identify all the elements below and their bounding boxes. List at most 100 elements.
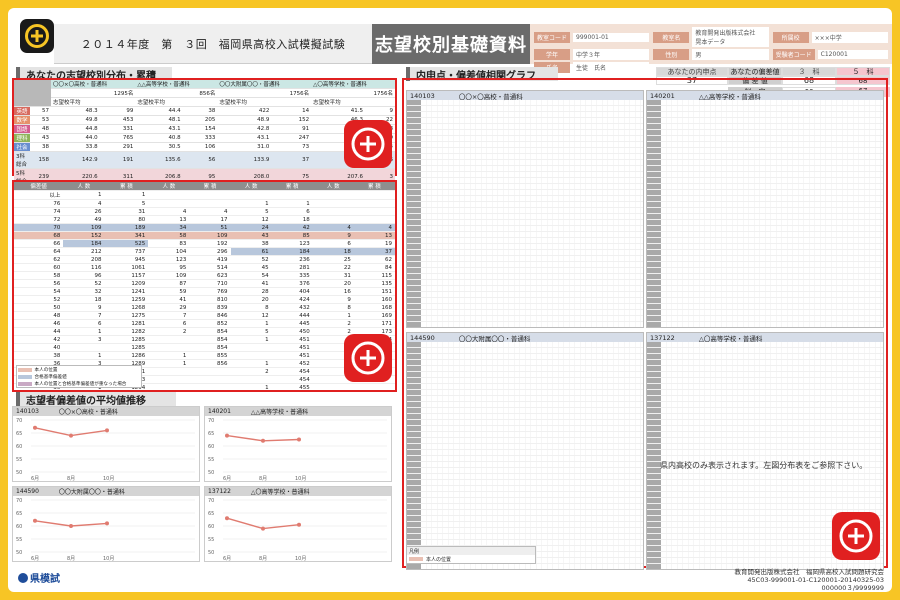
cum-cell bbox=[230, 343, 272, 352]
school-code: 140103 bbox=[16, 408, 39, 415]
corr-row-cells bbox=[421, 354, 643, 359]
corr-row-label bbox=[407, 450, 421, 455]
corr-row-cells bbox=[421, 486, 643, 491]
corr-row-label bbox=[647, 190, 661, 195]
corr-row-cells bbox=[661, 280, 883, 285]
cum-cell bbox=[230, 351, 272, 360]
corr-row-label bbox=[407, 420, 421, 425]
cum-row: 56 52 1209 87 710 41 376 20 135 bbox=[14, 279, 395, 288]
zoom-dist-summary-button[interactable] bbox=[344, 120, 392, 168]
dist-value: 44.0 bbox=[51, 133, 100, 143]
dist-value: 43 bbox=[30, 133, 52, 143]
y-tick-label: 65 bbox=[16, 431, 22, 437]
corr-row-label bbox=[407, 238, 421, 243]
corr-row-label bbox=[407, 372, 421, 377]
cum-cell: 945 bbox=[104, 255, 149, 264]
corr-row-cells bbox=[661, 166, 883, 171]
corr-row-label bbox=[407, 304, 421, 309]
corr-row-label bbox=[407, 322, 421, 327]
sum-value: 142.9 bbox=[51, 151, 100, 169]
corr-row-label bbox=[407, 106, 421, 111]
dist-value: 99 bbox=[99, 106, 136, 116]
avg-point bbox=[297, 522, 301, 527]
zoom-cumulative-button[interactable] bbox=[344, 334, 392, 382]
cum-cell bbox=[230, 190, 272, 200]
avg-chart: 137122 △〇高等学校・普通科 70 65 60 55 50 6月 8月 10月 bbox=[204, 486, 392, 562]
dist-value: 152 bbox=[271, 115, 312, 125]
sum-value: 37 bbox=[271, 151, 312, 169]
corr-row-label bbox=[647, 208, 661, 213]
corr-row-label bbox=[647, 154, 661, 159]
cum-cell: 32 bbox=[63, 287, 105, 296]
corr-row-cells bbox=[421, 256, 643, 261]
corr-row-cells bbox=[421, 238, 643, 243]
zoom-corr-button[interactable] bbox=[832, 512, 880, 560]
corr-row-label bbox=[647, 528, 661, 533]
avg-chart-header: 140103 〇〇×〇高校・普通科 bbox=[13, 407, 199, 416]
corr-row-label bbox=[647, 378, 661, 383]
cum-cell bbox=[312, 215, 354, 224]
corr-row-cells bbox=[421, 348, 643, 353]
cum-cell: 58 bbox=[148, 231, 190, 240]
cum-row: 以上 1 1 bbox=[14, 190, 395, 200]
corr-row-label bbox=[407, 510, 421, 515]
corr-row-cells bbox=[421, 492, 643, 497]
corr-row-label bbox=[647, 262, 661, 267]
corr-row-label bbox=[647, 426, 661, 431]
cum-cell: 189 bbox=[104, 223, 149, 232]
footer-code2: 000000３/9999999 bbox=[821, 584, 884, 592]
cum-cell: 64 bbox=[14, 247, 64, 256]
corr-row-cells bbox=[421, 414, 643, 419]
cum-row: 46 6 1281 6 852 1 445 2 171 bbox=[14, 319, 395, 328]
cum-cell: 1268 bbox=[104, 303, 149, 312]
cum-cell: 72 bbox=[14, 215, 64, 224]
avg-chart-header: 144590 〇〇大附属〇〇・普通科 bbox=[13, 487, 199, 496]
corr-row-cells bbox=[421, 226, 643, 231]
corr-row-cells bbox=[421, 148, 643, 153]
dist-value: 38 bbox=[30, 142, 52, 152]
cum-cell: 5 bbox=[230, 327, 272, 336]
school-code: 144590 bbox=[16, 488, 39, 495]
cum-cell: 454 bbox=[271, 367, 313, 376]
corr-row-label bbox=[407, 462, 421, 467]
y-tick-label: 50 bbox=[16, 470, 22, 476]
cum-cell bbox=[353, 190, 395, 200]
corr-row-label bbox=[647, 468, 661, 473]
cum-cell: 623 bbox=[189, 271, 231, 280]
cum-cell: 25 bbox=[312, 255, 354, 264]
corr-row-cells bbox=[421, 444, 643, 449]
cum-row: 401285854451174 bbox=[14, 343, 395, 352]
cum-cell: 52 bbox=[63, 279, 105, 288]
corr-row-label bbox=[407, 384, 421, 389]
x-tick-label: 10月 bbox=[103, 556, 114, 562]
cum-cell: 404 bbox=[271, 287, 313, 296]
corr-row-cells bbox=[661, 378, 883, 383]
corr-grid bbox=[407, 342, 643, 569]
plus-circle-icon bbox=[25, 24, 49, 48]
dist-value: 14 bbox=[271, 106, 312, 116]
cum-cell: 852 bbox=[189, 319, 231, 328]
cum-row: 72 49 80 13 17 12 18 bbox=[14, 215, 395, 224]
dist-value: 48.1 bbox=[135, 115, 183, 125]
corr-row-label bbox=[407, 456, 421, 461]
y-tick-label: 55 bbox=[208, 457, 214, 463]
corr-row-label bbox=[407, 262, 421, 267]
cum-cell: 424 bbox=[271, 295, 313, 304]
corr-row-cells bbox=[421, 438, 643, 443]
cum-cell: 68 bbox=[14, 231, 64, 240]
cum-cell: 80 bbox=[104, 215, 149, 224]
cum-cell: 13 bbox=[353, 231, 395, 240]
corr-row-label bbox=[407, 468, 421, 473]
cum-cell: 61 bbox=[230, 247, 272, 256]
y-tick-label: 70 bbox=[16, 418, 22, 424]
corr-row-label bbox=[407, 504, 421, 509]
corr-row-label bbox=[407, 214, 421, 219]
zoom-in-button[interactable] bbox=[20, 19, 54, 53]
corr-row-cells bbox=[421, 244, 643, 249]
corr-row-label bbox=[647, 160, 661, 165]
col-header: 志望校平均 bbox=[135, 97, 218, 107]
corr-row-label bbox=[407, 486, 421, 491]
cum-cell: 116 bbox=[63, 263, 105, 272]
corr-row-cells bbox=[661, 112, 883, 117]
school-code: 140103 bbox=[410, 91, 435, 100]
